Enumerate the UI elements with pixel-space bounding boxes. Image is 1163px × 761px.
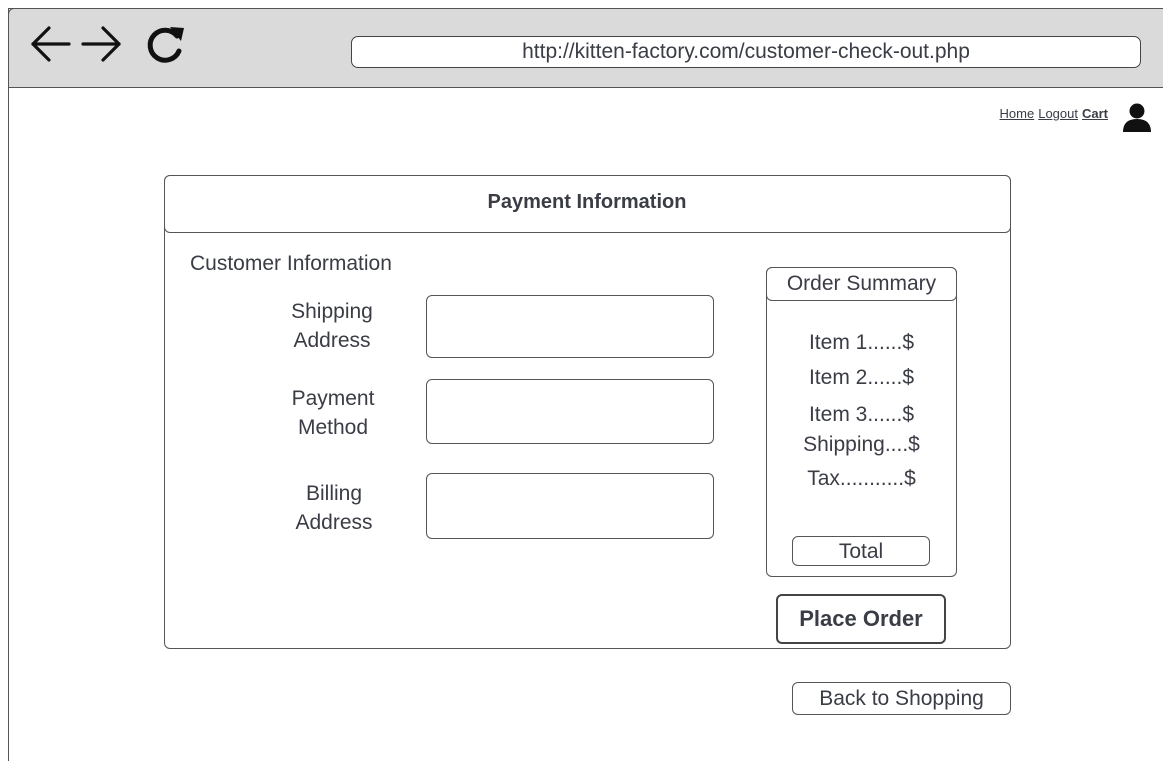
summary-tax: Tax...........$ xyxy=(807,467,916,490)
billing-address-label-line2: Address xyxy=(295,511,373,534)
user-icon[interactable] xyxy=(1121,101,1153,133)
billing-address-label-line1: Billing xyxy=(305,482,363,505)
shipping-address-label-line1: Shipping xyxy=(291,300,373,323)
summary-item-3: Item 3......$ xyxy=(808,403,915,426)
top-nav: Home Logout Cart xyxy=(996,106,1108,121)
payment-method-label-line2: Method xyxy=(297,416,369,439)
summary-shipping: Shipping....$ xyxy=(803,433,920,456)
customer-information-heading: Customer Information xyxy=(190,252,392,275)
summary-item-2: Item 2......$ xyxy=(808,366,915,389)
summary-total: Total xyxy=(792,536,930,566)
home-link[interactable]: Home xyxy=(1000,106,1035,121)
order-summary-title: Order Summary xyxy=(766,267,957,301)
arrow-left-icon[interactable] xyxy=(27,22,73,66)
arrow-right-icon[interactable] xyxy=(79,22,125,66)
url-bar[interactable]: http://kitten-factory.com/customer-check… xyxy=(351,36,1141,68)
back-to-shopping-button[interactable]: Back to Shopping xyxy=(792,682,1011,715)
payment-method-label-line1: Payment xyxy=(291,387,375,410)
panel-title: Payment Information xyxy=(163,174,1011,233)
reload-icon[interactable] xyxy=(144,24,188,66)
shipping-address-label: Shipping Address xyxy=(262,297,402,355)
shipping-address-label-line2: Address xyxy=(293,329,371,352)
place-order-button[interactable]: Place Order xyxy=(776,594,946,644)
billing-address-input[interactable] xyxy=(426,473,714,539)
payment-method-input[interactable] xyxy=(426,379,714,444)
cart-link[interactable]: Cart xyxy=(1082,106,1108,121)
billing-address-label: Billing Address xyxy=(264,479,404,537)
logout-link[interactable]: Logout xyxy=(1038,106,1078,121)
summary-item-1: Item 1......$ xyxy=(808,331,915,354)
payment-method-label: Payment Method xyxy=(263,384,403,442)
shipping-address-input[interactable] xyxy=(426,295,714,358)
